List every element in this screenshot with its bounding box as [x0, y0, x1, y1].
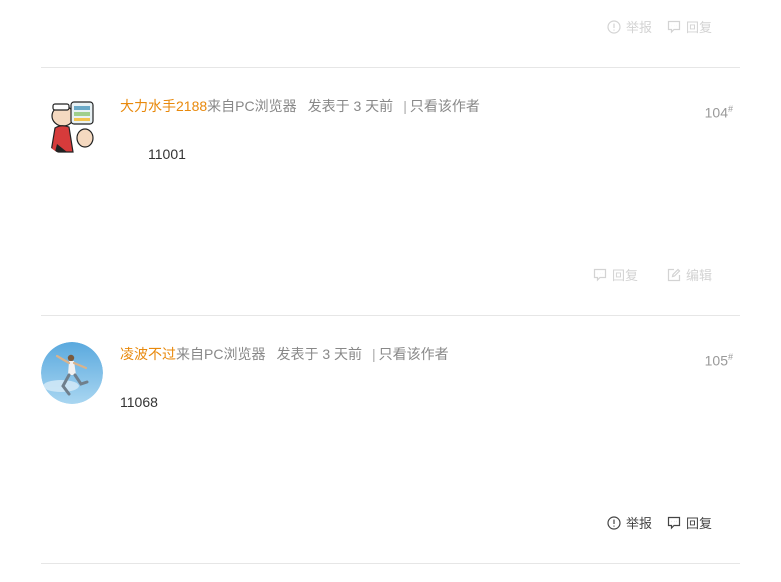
reply-label: 回复	[612, 268, 639, 283]
username-link[interactable]: 凌波不过	[120, 344, 176, 364]
post-meta: 大力水手2188 来自PC浏览器 发表于 3 天前 | 只看该作者	[120, 96, 480, 116]
post-time: 发表于 3 天前	[276, 346, 363, 362]
avatar[interactable]	[41, 94, 103, 156]
reply-button[interactable]: 回复	[667, 513, 712, 532]
reply-label: 回复	[686, 20, 713, 35]
post-time: 发表于 3 天前	[307, 98, 394, 114]
report-label: 举报	[626, 516, 653, 531]
post-content: 11001	[148, 146, 186, 162]
post-meta: 凌波不过 来自PC浏览器 发表于 3 天前 | 只看该作者	[120, 344, 449, 364]
report-icon	[607, 19, 621, 34]
report-icon	[607, 515, 621, 530]
reply-button[interactable]: 回复	[593, 265, 638, 284]
floor-number[interactable]: 104#	[705, 104, 733, 121]
reply-icon	[667, 20, 681, 34]
report-button[interactable]: 举报	[607, 17, 652, 36]
floor-number-value: 105	[704, 352, 728, 369]
post-content: 11068	[120, 394, 158, 410]
floor-mark: #	[727, 104, 733, 114]
reply-button[interactable]: 回复	[667, 17, 712, 36]
post-divider	[41, 67, 740, 68]
floor-number-value: 104	[704, 104, 728, 121]
meta-separator: |	[403, 98, 407, 114]
meta-separator: |	[372, 346, 376, 362]
only-author-link[interactable]: 只看该作者	[410, 96, 480, 116]
reply-label: 回复	[686, 516, 713, 531]
post-source: 来自PC浏览器	[207, 98, 297, 114]
edit-label: 编辑	[686, 268, 713, 283]
edit-icon	[667, 268, 681, 282]
only-author-link[interactable]: 只看该作者	[379, 344, 449, 364]
post-divider	[41, 563, 740, 564]
reply-icon	[667, 516, 681, 530]
post-source: 来自PC浏览器	[176, 346, 266, 362]
post-divider	[41, 315, 740, 316]
avatar[interactable]	[41, 342, 103, 404]
edit-button[interactable]: 编辑	[667, 265, 712, 284]
floor-number[interactable]: 105#	[705, 352, 733, 369]
floor-mark: #	[727, 352, 733, 362]
report-button[interactable]: 举报	[607, 513, 652, 532]
username-link[interactable]: 大力水手2188	[120, 96, 207, 116]
reply-icon	[593, 268, 607, 282]
report-label: 举报	[626, 20, 653, 35]
